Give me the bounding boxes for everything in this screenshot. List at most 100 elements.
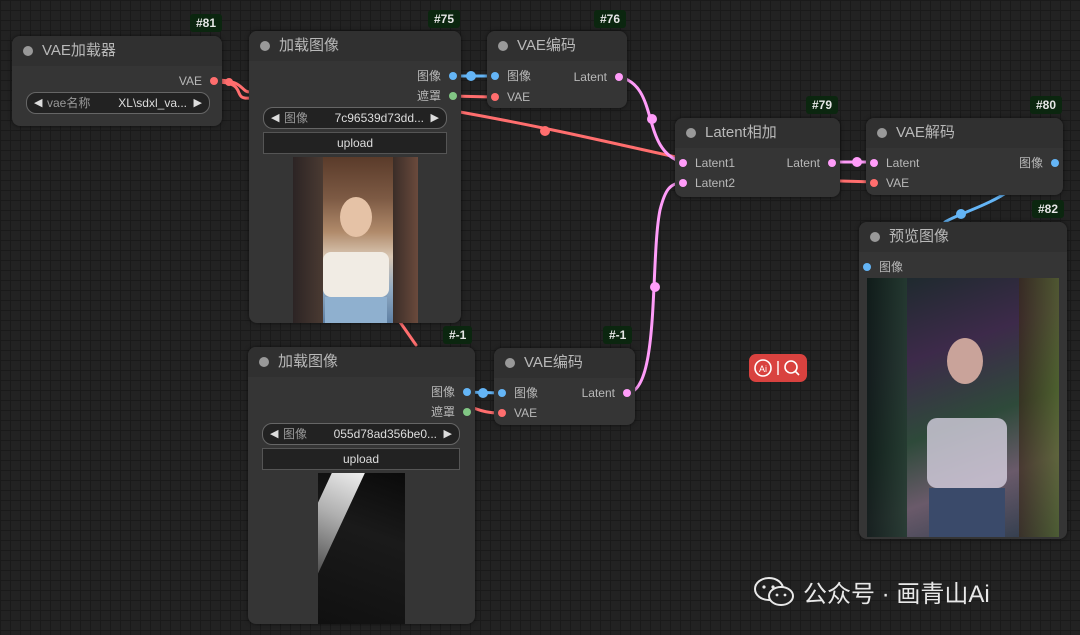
preview-image-node[interactable]: 预览图像 图像 xyxy=(859,222,1067,539)
collapse-dot-icon[interactable] xyxy=(686,128,696,138)
link-vae-to-decode xyxy=(458,110,678,159)
output-slot-latent[interactable]: Latent xyxy=(582,385,631,401)
vae-slot-dot-icon[interactable] xyxy=(498,409,506,417)
latent-slot-dot-icon[interactable] xyxy=(623,389,631,397)
output-slot-image[interactable]: 图像 xyxy=(1019,155,1059,171)
latent-slot-dot-icon[interactable] xyxy=(679,159,687,167)
output-slot-image[interactable]: 图像 xyxy=(417,68,457,84)
node-title[interactable]: VAE加载器 xyxy=(12,36,222,66)
latent-add-node[interactable]: Latent相加 Latent1 Latent2 Latent xyxy=(675,118,840,197)
watermark: 公众号 · 画青山Ai xyxy=(753,574,990,609)
image-slot-dot-icon[interactable] xyxy=(498,389,506,397)
input-slot-vae[interactable]: VAE xyxy=(498,405,537,421)
node-title[interactable]: VAE编码 xyxy=(487,31,627,61)
vae-name-combo[interactable]: ◀ vae名称 XL\sdxl_va... ▶ xyxy=(26,92,210,114)
vae-encode-node-2[interactable]: VAE编码 图像 VAE Latent xyxy=(494,348,635,425)
upload-button[interactable]: upload xyxy=(262,448,460,470)
image-slot-dot-icon[interactable] xyxy=(491,72,499,80)
latent-slot-dot-icon[interactable] xyxy=(828,159,836,167)
link-midpoint xyxy=(466,71,476,81)
latent-slot-dot-icon[interactable] xyxy=(870,159,878,167)
image-slot-dot-icon[interactable] xyxy=(863,263,871,271)
link-midpoint xyxy=(540,126,550,136)
node-title[interactable]: VAE解码 xyxy=(866,118,1063,148)
output-slot-image[interactable]: 图像 xyxy=(431,384,471,400)
link-midpoint xyxy=(478,388,488,398)
upload-button[interactable]: upload xyxy=(263,132,447,154)
input-slot-image[interactable]: 图像 xyxy=(498,385,538,401)
right-arrow-icon[interactable]: ▶ xyxy=(444,424,452,444)
load-image-node-2[interactable]: 加载图像 图像 遮罩 ◀ 图像 055d78ad356be0... ▶ uplo… xyxy=(248,347,475,624)
collapse-dot-icon[interactable] xyxy=(260,41,270,51)
vae-slot-dot-icon[interactable] xyxy=(491,93,499,101)
left-arrow-icon[interactable]: ◀ xyxy=(34,93,42,113)
link-latent-2 xyxy=(625,181,684,395)
ai-search-button[interactable]: Ai xyxy=(749,354,807,382)
node-title[interactable]: Latent相加 xyxy=(675,118,840,148)
vae-slot-dot-icon[interactable] xyxy=(210,77,218,85)
vae-decode-node[interactable]: VAE解码 Latent VAE 图像 xyxy=(866,118,1063,195)
collapse-dot-icon[interactable] xyxy=(498,41,508,51)
collapse-dot-icon[interactable] xyxy=(870,232,880,242)
portrait-top-shape xyxy=(323,252,389,297)
image-slot-dot-icon[interactable] xyxy=(463,388,471,396)
input-slot-latent2[interactable]: Latent2 xyxy=(679,175,735,191)
node-id-badge: #80 xyxy=(1030,96,1063,114)
left-arrow-icon[interactable]: ◀ xyxy=(271,108,279,128)
link-midpoint xyxy=(956,209,966,219)
portrait-face-shape xyxy=(947,338,983,384)
collapse-dot-icon[interactable] xyxy=(505,358,515,368)
clothing-rack-shape xyxy=(293,157,323,323)
input-slot-image[interactable]: 图像 xyxy=(491,68,531,84)
right-arrow-icon[interactable]: ▶ xyxy=(431,108,439,128)
link-midpoint xyxy=(650,282,660,292)
input-slot-vae[interactable]: VAE xyxy=(870,175,909,191)
latent-slot-dot-icon[interactable] xyxy=(615,73,623,81)
input-slot-latent1[interactable]: Latent1 xyxy=(679,155,735,171)
vae-loader-node[interactable]: VAE加载器 VAE ◀ vae名称 XL\sdxl_va... ▶ xyxy=(12,36,222,126)
node-title[interactable]: 加载图像 xyxy=(249,31,461,61)
output-slot-latent[interactable]: Latent xyxy=(574,69,623,85)
preview-output-image xyxy=(867,278,1059,537)
link-latent-1 xyxy=(617,75,684,164)
link-vae-encode2 xyxy=(398,320,418,347)
image-file-combo[interactable]: ◀ 图像 055d78ad356be0... ▶ xyxy=(262,423,460,445)
portrait-top-shape xyxy=(927,418,1007,488)
load-image-node-1[interactable]: 加载图像 图像 遮罩 ◀ 图像 7c96539d73dd... ▶ upload xyxy=(249,31,461,323)
vae-encode-node-1[interactable]: VAE编码 图像 VAE Latent xyxy=(487,31,627,108)
node-title[interactable]: VAE编码 xyxy=(494,348,635,378)
input-slot-image[interactable]: 图像 xyxy=(863,259,903,275)
portrait-skirt-shape xyxy=(325,297,387,323)
loaded-image-thumbnail xyxy=(293,157,418,323)
output-slot-mask[interactable]: 遮罩 xyxy=(431,404,471,420)
image-slot-dot-icon[interactable] xyxy=(1051,159,1059,167)
ai-search-icon: Ai xyxy=(754,359,800,377)
mask-slot-dot-icon[interactable] xyxy=(463,408,471,416)
left-arrow-icon[interactable]: ◀ xyxy=(270,424,278,444)
collapse-dot-icon[interactable] xyxy=(877,128,887,138)
image-file-combo[interactable]: ◀ 图像 7c96539d73dd... ▶ xyxy=(263,107,447,129)
input-slot-latent[interactable]: Latent xyxy=(870,155,919,171)
mask-slot-dot-icon[interactable] xyxy=(449,92,457,100)
node-id-badge: #79 xyxy=(806,96,839,114)
node-title[interactable]: 预览图像 xyxy=(859,222,1067,252)
vae-slot-dot-icon[interactable] xyxy=(870,179,878,187)
node-id-badge: #82 xyxy=(1032,200,1065,218)
right-arrow-icon[interactable]: ▶ xyxy=(194,93,202,113)
image-slot-dot-icon[interactable] xyxy=(449,72,457,80)
collapse-dot-icon[interactable] xyxy=(23,46,33,56)
collapse-dot-icon[interactable] xyxy=(259,357,269,367)
output-slot-mask[interactable]: 遮罩 xyxy=(417,88,457,104)
clothing-rack-shape xyxy=(393,157,418,323)
input-slot-vae[interactable]: VAE xyxy=(491,89,530,105)
node-id-badge: #-1 xyxy=(443,326,473,344)
watermark-text: 公众号 · 画青山Ai xyxy=(803,581,990,608)
output-slot-latent[interactable]: Latent xyxy=(787,155,836,171)
wechat-icon xyxy=(754,576,794,606)
loaded-image-thumbnail xyxy=(318,473,405,624)
light-beam-shape xyxy=(318,473,367,624)
node-id-badge: #75 xyxy=(428,10,461,28)
latent-slot-dot-icon[interactable] xyxy=(679,179,687,187)
output-slot-vae[interactable]: VAE xyxy=(179,73,218,89)
node-title[interactable]: 加载图像 xyxy=(248,347,475,377)
